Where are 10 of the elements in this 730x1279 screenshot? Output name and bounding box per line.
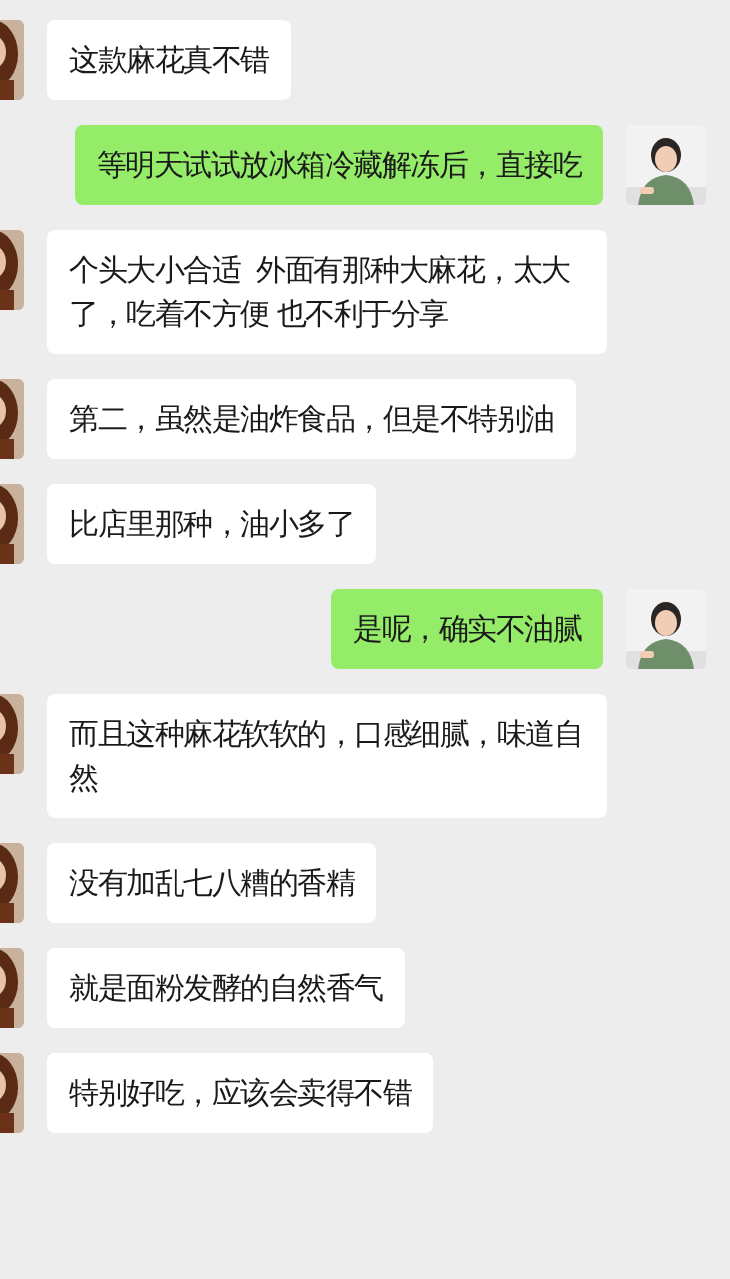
message-bubble: 而且这种麻花软软的，口感细腻，味道自然 — [47, 694, 607, 818]
message-bubble: 这款麻花真不错 — [47, 20, 291, 100]
message-bubble: 是呢，确实不油腻 — [331, 589, 603, 669]
message-bubble: 个头大小合适 外面有那种大麻花，太大了，吃着不方便 也不利于分享 — [47, 230, 607, 354]
message-bubble: 比店里那种，油小多了 — [47, 484, 376, 564]
message-bubble: 没有加乱七八糟的香精 — [47, 843, 376, 923]
message-bubble: 第二，虽然是油炸食品，但是不特别油 — [47, 379, 576, 459]
message-bubble: 等明天试试放冰箱冷藏解冻后，直接吃 — [74, 125, 603, 205]
message-bubble: 就是面粉发酵的自然香气 — [47, 948, 405, 1028]
message-bubble: 特别好吃，应该会卖得不错 — [47, 1053, 433, 1133]
